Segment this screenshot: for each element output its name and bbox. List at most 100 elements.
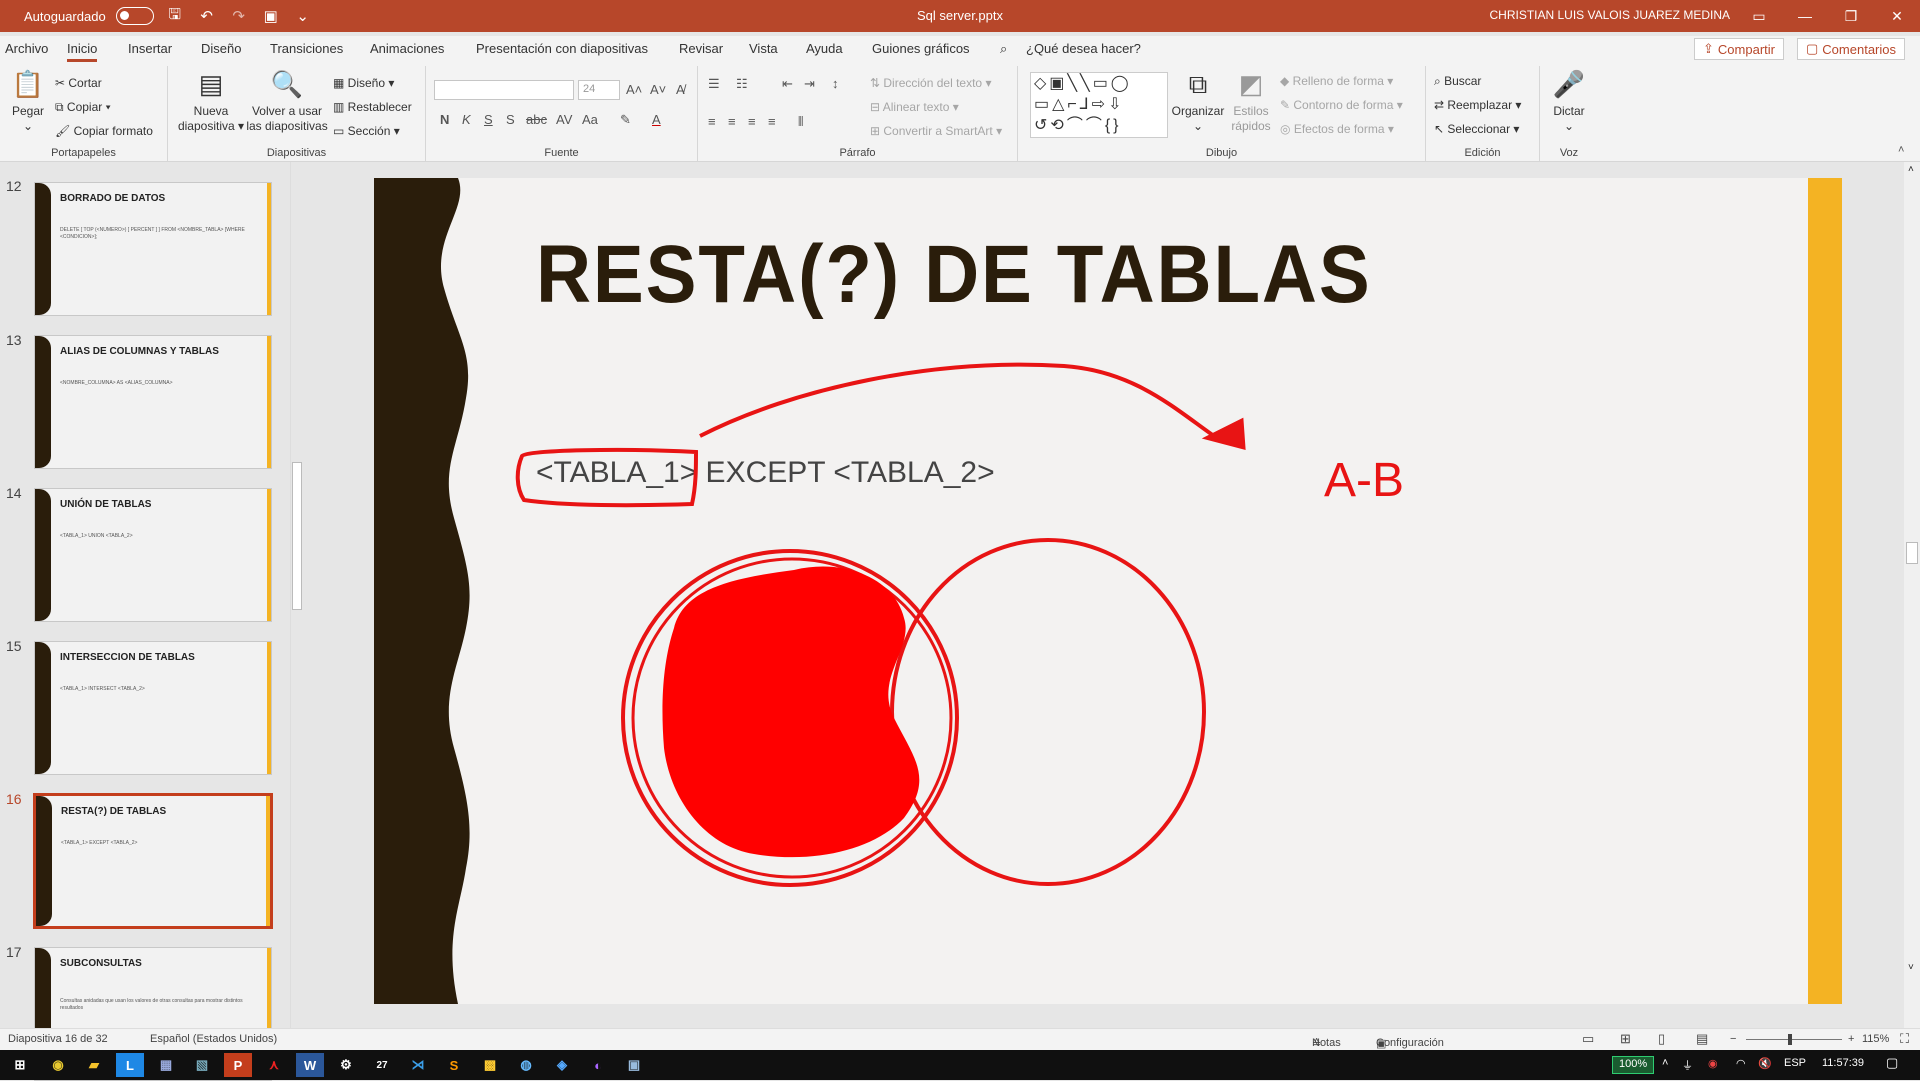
- autosave-toggle[interactable]: [115, 7, 154, 25]
- slide-thumbnail-12[interactable]: BORRADO DE DATOS DELETE [ TOP (<NUMERO>) …: [34, 182, 272, 316]
- shrink-font-icon[interactable]: A˅: [650, 82, 666, 97]
- decrease-indent-icon[interactable]: ⇤: [782, 76, 793, 92]
- scroll-up-icon[interactable]: ˄: [1908, 164, 1914, 175]
- settings-icon[interactable]: ⚙: [332, 1053, 360, 1077]
- tab-transiciones[interactable]: Transiciones: [270, 41, 343, 56]
- slide-scrollbar[interactable]: ˄ ˅: [1904, 162, 1920, 1028]
- columns-icon[interactable]: ⫴: [798, 114, 803, 130]
- customize-qat-icon[interactable]: ⌄: [292, 7, 314, 25]
- tab-inicio[interactable]: Inicio: [67, 41, 98, 62]
- highlight-icon[interactable]: ✎: [620, 112, 631, 128]
- paste-button[interactable]: 📋 Pegar ⌄: [8, 68, 48, 134]
- slide-thumbnail-13[interactable]: ALIAS DE COLUMNAS Y TABLAS <NOMBRE_COLUMN…: [34, 335, 272, 469]
- globe-icon[interactable]: ◍: [512, 1053, 540, 1077]
- save-icon[interactable]: 🖫: [164, 4, 186, 29]
- align-center-icon[interactable]: ≡: [728, 114, 736, 129]
- minimize-button[interactable]: —: [1782, 0, 1828, 32]
- font-color-icon[interactable]: A: [652, 112, 661, 127]
- text-direction-button[interactable]: ⇅ Dirección del texto ▾: [870, 76, 991, 90]
- vscode-icon[interactable]: ⋊: [404, 1053, 432, 1077]
- dictate-button[interactable]: 🎤 Dictar ⌄: [1544, 68, 1594, 134]
- close-button[interactable]: ✕: [1874, 0, 1920, 32]
- wifi-icon[interactable]: ◠: [1736, 1057, 1746, 1070]
- sql-server-icon[interactable]: ▧: [188, 1053, 216, 1077]
- font-size-input[interactable]: 24: [578, 80, 620, 100]
- redo-icon[interactable]: ↷: [228, 7, 250, 25]
- powerpoint-icon[interactable]: P: [224, 1053, 252, 1077]
- reset-button[interactable]: ▥ Restablecer: [333, 100, 412, 114]
- app-icon[interactable]: ◈: [548, 1053, 576, 1077]
- shapes-gallery[interactable]: ◇▣╲╲▭◯ ▭△⌐⅃⇨⇩ ↺⟲⌒⌒{}: [1030, 72, 1168, 138]
- notifications-icon[interactable]: ▢: [1886, 1055, 1898, 1071]
- battery-indicator[interactable]: 100%: [1612, 1056, 1655, 1074]
- numbering-icon[interactable]: ☷: [736, 76, 748, 92]
- zoom-slider-thumb[interactable]: [1788, 1034, 1792, 1045]
- notes-app-icon[interactable]: ▦: [152, 1053, 180, 1077]
- calculator-icon[interactable]: 27: [368, 1053, 396, 1077]
- justify-icon[interactable]: ≡: [768, 114, 776, 129]
- slideshow-view-icon[interactable]: ▤: [1696, 1031, 1708, 1047]
- search-icon[interactable]: ⌕: [1000, 41, 1007, 57]
- increase-indent-icon[interactable]: ⇥: [804, 76, 815, 92]
- italic-button[interactable]: K: [462, 112, 471, 127]
- tab-ayuda[interactable]: Ayuda: [806, 41, 843, 56]
- format-painter-button[interactable]: 🖌 Copiar formato: [55, 124, 153, 138]
- normal-view-icon[interactable]: ▭: [1582, 1031, 1594, 1047]
- collapse-ribbon-icon[interactable]: ˄: [1898, 144, 1904, 156]
- zoom-out-icon[interactable]: −: [1730, 1033, 1736, 1045]
- chrome-icon[interactable]: ◉: [44, 1053, 72, 1077]
- shape-effects-button[interactable]: ◎ Efectos de forma ▾: [1280, 122, 1394, 136]
- undo-icon[interactable]: ↶: [196, 7, 218, 25]
- cut-button[interactable]: ✂ Cortar: [55, 76, 102, 90]
- tab-archivo[interactable]: Archivo: [5, 41, 48, 56]
- line-spacing-icon[interactable]: ↕: [832, 76, 839, 91]
- slide-16[interactable]: RESTA(?) DE TABLAS <TABLA_1> EXCEPT <TAB…: [374, 178, 1842, 1004]
- bold-button[interactable]: N: [440, 112, 449, 127]
- word-icon[interactable]: W: [296, 1053, 324, 1077]
- smartart-button[interactable]: ⊞ Convertir a SmartArt ▾: [870, 124, 1002, 138]
- section-button[interactable]: ▭ Sección ▾: [333, 124, 400, 138]
- volume-muted-icon[interactable]: 🔇: [1758, 1057, 1772, 1070]
- ribbon-display-button[interactable]: ▭: [1736, 0, 1782, 32]
- select-button[interactable]: ↖ Seleccionar ▾: [1434, 122, 1519, 136]
- layout-button[interactable]: ▦ Diseño ▾: [333, 76, 394, 90]
- align-text-button[interactable]: ⊟ Alinear texto ▾: [870, 100, 959, 114]
- change-case-button[interactable]: Aa: [582, 112, 598, 127]
- char-spacing-button[interactable]: AV: [556, 112, 572, 127]
- zoom-level[interactable]: 115%: [1862, 1033, 1889, 1045]
- new-slide-button[interactable]: ▤ Nueva diapositiva ▾: [176, 68, 246, 134]
- grow-font-icon[interactable]: A˄: [626, 82, 642, 97]
- tab-presentacion[interactable]: Presentación con diapositivas: [476, 41, 648, 56]
- reading-view-icon[interactable]: ▯: [1658, 1031, 1665, 1047]
- app-blue-icon[interactable]: ▣: [620, 1053, 648, 1077]
- comments-button[interactable]: ▢ Comentarios: [1797, 38, 1905, 60]
- share-button[interactable]: ⇪ Compartir: [1694, 38, 1784, 60]
- font-family-input[interactable]: [434, 80, 574, 100]
- shape-outline-button[interactable]: ✎ Contorno de forma ▾: [1280, 98, 1403, 112]
- show-hidden-icon[interactable]: ˄: [1662, 1057, 1668, 1069]
- file-explorer-icon[interactable]: ▰: [80, 1053, 108, 1077]
- tab-insertar[interactable]: Insertar: [128, 41, 172, 56]
- clock[interactable]: 11:57:39: [1822, 1057, 1864, 1069]
- fit-slide-icon[interactable]: ⛶: [1900, 1031, 1909, 1047]
- strikethrough-button[interactable]: abc: [526, 112, 547, 127]
- sorter-view-icon[interactable]: ⊞: [1620, 1031, 1631, 1047]
- tab-diseno[interactable]: Diseño: [201, 41, 241, 56]
- language-indicator[interactable]: Español (Estados Unidos): [150, 1033, 277, 1045]
- tab-guiones[interactable]: Guiones gráficos: [872, 41, 970, 56]
- usb-icon[interactable]: ⏚: [1682, 1057, 1693, 1073]
- tab-vista[interactable]: Vista: [749, 41, 778, 56]
- find-button[interactable]: ⌕ Buscar: [1434, 74, 1481, 89]
- slide-thumbnail-16[interactable]: RESTA(?) DE TABLAS <TABLA_1> EXCEPT <TABL…: [34, 794, 272, 928]
- clear-format-icon[interactable]: A̸: [676, 82, 685, 97]
- scroll-thumb[interactable]: [292, 462, 302, 610]
- tell-me-search[interactable]: ¿Qué desea hacer?: [1026, 41, 1141, 56]
- slide-thumbnail-14[interactable]: UNIÓN DE TABLAS <TABLA_1> UNION <TABLA_2>: [34, 488, 272, 622]
- slide-title[interactable]: RESTA(?) DE TABLAS: [536, 228, 1372, 322]
- shadow-button[interactable]: S: [506, 112, 515, 127]
- present-icon[interactable]: ▣: [260, 7, 282, 25]
- reuse-slides-button[interactable]: 🔍 Volver a usar las diapositivas: [246, 68, 328, 134]
- scroll-down-icon[interactable]: ˅: [1908, 962, 1914, 973]
- zoom-in-icon[interactable]: +: [1848, 1033, 1854, 1045]
- user-name[interactable]: CHRISTIAN LUIS VALOIS JUAREZ MEDINA: [1490, 8, 1731, 22]
